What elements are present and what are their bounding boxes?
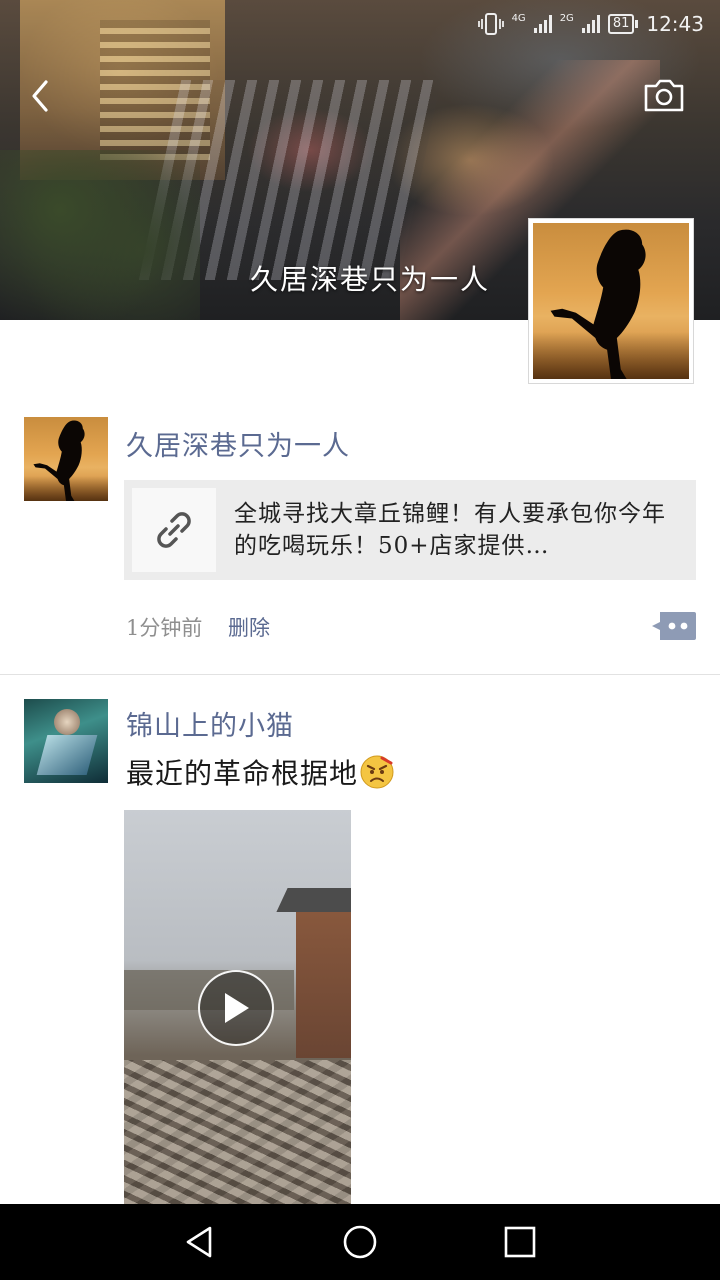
post-author-name[interactable]: 锦山上的小猫 <box>126 704 294 743</box>
circle-home-icon <box>343 1225 377 1259</box>
battery-level: 81 <box>607 14 635 34</box>
nav-recent-button[interactable] <box>502 1224 538 1260</box>
square-recent-icon <box>504 1226 536 1258</box>
feed-post: 锦山上的小猫 最近的革命根据地 <box>0 676 720 1206</box>
clock: 12:43 <box>646 12 704 36</box>
avatar[interactable] <box>24 699 108 783</box>
camera-button[interactable] <box>640 76 688 116</box>
chevron-left-icon <box>32 80 48 112</box>
link-icon <box>157 512 191 548</box>
vibrate-icon <box>477 13 504 35</box>
post-text: 最近的革命根据地 <box>126 752 394 792</box>
network-type-4g: 4G <box>511 12 526 24</box>
battery-icon: 81 <box>607 14 639 34</box>
feed-post: 久居深巷只为一人 全城寻找大章丘锦鲤！有人要承包你今年的吃喝玩乐！50+店家提供… <box>0 400 720 675</box>
angry-face-emoji-icon <box>360 755 394 789</box>
comment-more-button[interactable] <box>652 610 696 642</box>
comment-more-icon <box>652 612 696 640</box>
post-timestamp: 1分钟前 <box>126 616 203 640</box>
couple-silhouette <box>550 229 646 379</box>
profile-avatar[interactable] <box>528 218 694 384</box>
nav-home-button[interactable] <box>342 1224 378 1260</box>
link-title: 全城寻找大章丘锦鲤！有人要承包你今年的吃喝玩乐！50+店家提供… <box>234 501 666 559</box>
signal-icon-1 <box>533 15 552 33</box>
cover-trees <box>0 150 200 320</box>
back-button[interactable] <box>22 72 58 120</box>
play-button[interactable] <box>198 970 274 1046</box>
avatar[interactable] <box>24 417 108 501</box>
network-type-2g: 2G <box>559 12 574 24</box>
link-thumbnail <box>132 488 216 572</box>
cover-title: 久居深巷只为一人 <box>250 263 491 296</box>
system-navigation-bar <box>0 1204 720 1280</box>
play-icon <box>225 993 249 1023</box>
post-text-content: 最近的革命根据地 <box>126 757 359 790</box>
silhouette-photo <box>533 223 689 379</box>
camera-icon <box>644 79 684 112</box>
post-author-name[interactable]: 久居深巷只为一人 <box>126 424 350 463</box>
status-bar: 4G 2G 81 12:43 <box>477 8 704 40</box>
delete-link[interactable]: 删除 <box>228 612 270 642</box>
triangle-back-icon <box>186 1226 212 1258</box>
nav-back-button[interactable] <box>182 1224 218 1260</box>
video-thumbnail[interactable] <box>124 810 351 1206</box>
shared-link-card[interactable]: 全城寻找大章丘锦鲤！有人要承包你今年的吃喝玩乐！50+店家提供… <box>124 480 696 580</box>
signal-icon-2 <box>581 15 600 33</box>
